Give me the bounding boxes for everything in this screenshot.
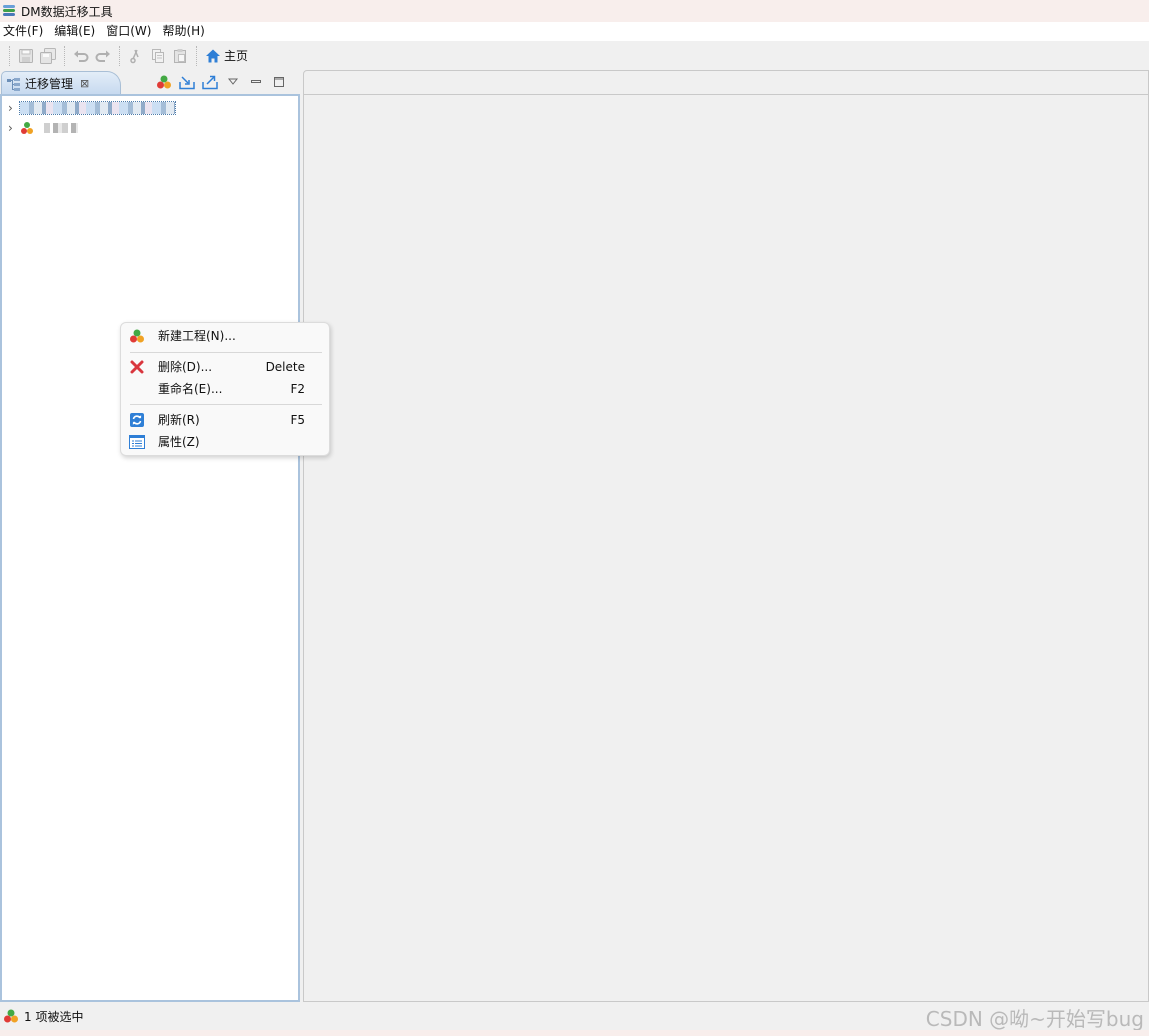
project-icon (4, 1009, 18, 1023)
migration-view-panel: 迁移管理 ⊠ › › (0, 70, 300, 1002)
watermark: CSDN @呦~开始写bug (925, 1007, 1144, 1031)
save-all-button[interactable] (37, 45, 59, 67)
tree-item-label-redacted (44, 123, 78, 133)
window-bottom-edge (0, 1030, 1149, 1036)
redo-icon (95, 50, 110, 62)
toolbar-separator (64, 45, 65, 66)
save-all-icon (40, 47, 56, 64)
menu-bar: 文件(F) 编辑(E) 窗口(W) 帮助(H) (0, 22, 1149, 41)
app-icon (3, 4, 16, 18)
menu-item-refresh[interactable]: 刷新(R) F5 (121, 409, 329, 431)
new-project-button[interactable] (152, 71, 175, 93)
toolbar-grip (9, 45, 10, 66)
view-menu-button[interactable] (221, 71, 244, 93)
editor-tabbar (304, 71, 1148, 95)
editor-area (303, 70, 1149, 1002)
tab-label: 迁移管理 (25, 77, 74, 91)
home-label: 主页 (224, 49, 249, 63)
copy-icon (152, 48, 164, 63)
view-tabbar: 迁移管理 ⊠ (0, 70, 300, 95)
menu-item-label: 刷新(R) (158, 413, 200, 427)
menu-separator (130, 352, 322, 353)
properties-icon (129, 434, 145, 450)
window-title: DM数据迁移工具 (21, 4, 113, 19)
menu-item-shortcut: Delete (265, 360, 305, 374)
menu-item-properties[interactable]: 属性(Z) (121, 431, 329, 453)
save-icon (19, 48, 33, 63)
undo-button[interactable] (70, 45, 92, 67)
menu-item-label: 新建工程(N)... (158, 329, 236, 343)
paste-button[interactable] (169, 45, 191, 67)
tree-item[interactable]: › (8, 98, 176, 118)
menu-item-label: 删除(D)... (158, 360, 213, 374)
paste-icon (174, 48, 186, 63)
menu-window[interactable]: 窗口(W) (102, 22, 158, 41)
refresh-icon (129, 412, 145, 428)
menu-item-label: 重命名(E)... (158, 382, 223, 396)
export-button[interactable] (198, 71, 221, 93)
menu-edit[interactable]: 编辑(E) (50, 22, 102, 41)
migration-view-icon (7, 77, 20, 91)
menu-file[interactable]: 文件(F) (0, 22, 50, 41)
chevron-down-icon (227, 78, 238, 85)
cut-icon (130, 49, 139, 63)
chevron-right-icon[interactable]: › (8, 98, 20, 118)
delete-icon (129, 359, 145, 375)
save-button[interactable] (15, 45, 37, 67)
project-icon (156, 75, 171, 89)
menu-item-new-project[interactable]: 新建工程(N)... (121, 325, 329, 347)
tab-migration-management[interactable]: 迁移管理 ⊠ (1, 71, 121, 95)
close-icon[interactable]: ⊠ (80, 77, 89, 90)
home-icon (206, 49, 220, 62)
redo-button[interactable] (92, 45, 114, 67)
title-bar: DM数据迁移工具 (0, 0, 1149, 22)
minimize-icon (250, 80, 261, 83)
import-icon (178, 76, 195, 90)
export-icon (201, 75, 218, 90)
view-actions (152, 71, 290, 93)
main-toolbar: 主页 (0, 41, 1149, 70)
chevron-right-icon[interactable]: › (8, 118, 20, 138)
cut-button[interactable] (125, 45, 147, 67)
tree-item[interactable]: › (8, 118, 78, 138)
home-button[interactable]: 主页 (202, 45, 251, 67)
undo-icon (74, 50, 89, 62)
menu-item-shortcut: F2 (290, 382, 305, 396)
maximize-icon (273, 77, 284, 87)
tree-item-label-redacted (19, 101, 176, 115)
project-tree[interactable]: › › (0, 94, 300, 1002)
menu-help[interactable]: 帮助(H) (158, 22, 211, 41)
menu-item-rename[interactable]: 重命名(E)... F2 (121, 378, 329, 400)
copy-button[interactable] (147, 45, 169, 67)
project-icon (129, 328, 145, 344)
maximize-button[interactable] (267, 71, 290, 93)
menu-item-delete[interactable]: 删除(D)... Delete (121, 356, 329, 378)
project-icon (21, 122, 33, 134)
toolbar-separator (196, 45, 197, 66)
context-menu: 新建工程(N)... 删除(D)... Delete 重命名(E)... F2 … (120, 322, 330, 456)
import-button[interactable] (175, 71, 198, 93)
menu-separator (130, 404, 322, 405)
menu-item-label: 属性(Z) (158, 435, 200, 449)
status-text: 1 项被选中 (24, 1009, 84, 1024)
minimize-button[interactable] (244, 71, 267, 93)
menu-item-shortcut: F5 (290, 413, 305, 427)
toolbar-separator (119, 45, 120, 66)
